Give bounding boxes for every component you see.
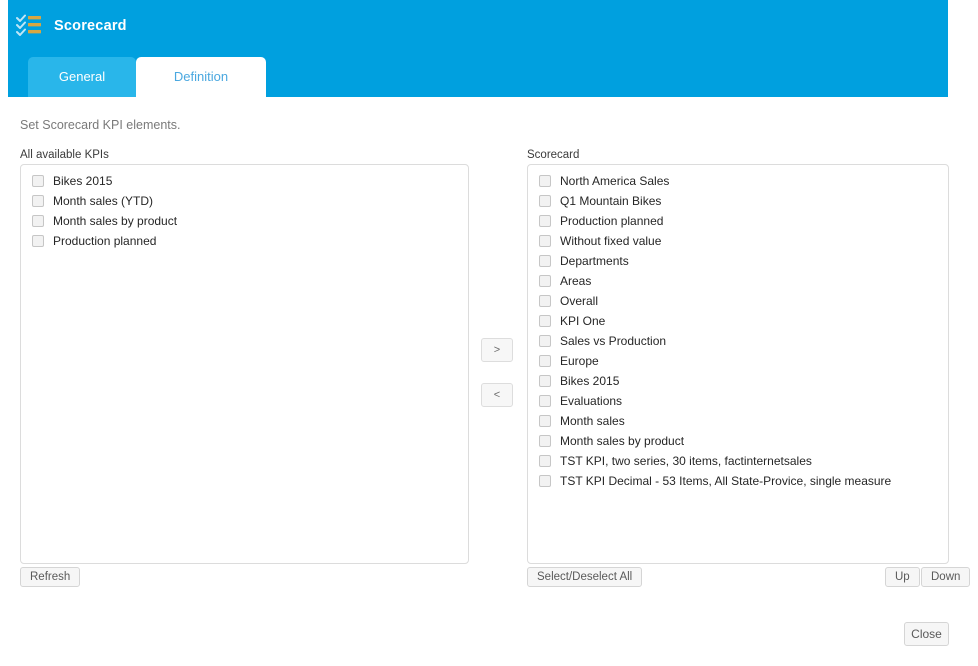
scorecard-kpi-checkbox[interactable] <box>539 315 551 327</box>
list-item-label: Departments <box>560 254 629 268</box>
list-item[interactable]: Month sales (YTD) <box>21 191 468 211</box>
list-item-label: North America Sales <box>560 174 670 188</box>
available-kpi-checkbox[interactable] <box>32 195 44 207</box>
scorecard-list-label: Scorecard <box>527 149 580 161</box>
scorecard-kpis-listbox[interactable]: North America Sales Q1 Mountain Bikes Prod… <box>527 164 949 564</box>
list-item-label: Bikes 2015 <box>53 174 113 188</box>
list-item[interactable]: Evaluations <box>528 391 948 411</box>
available-kpi-checkbox[interactable] <box>32 235 44 247</box>
list-item[interactable]: Areas <box>528 271 948 291</box>
scorecard-kpi-checkbox[interactable] <box>539 275 551 287</box>
list-item-label: Europe <box>560 354 599 368</box>
list-item[interactable]: Production planned <box>21 231 468 251</box>
available-list-label: All available KPIs <box>20 149 109 161</box>
tab-general[interactable]: General <box>28 57 136 97</box>
select-deselect-all-button[interactable]: Select/Deselect All <box>527 567 643 587</box>
close-button[interactable]: Close <box>904 622 949 646</box>
scorecard-kpi-checkbox[interactable] <box>539 175 551 187</box>
scorecard-dialog: Scorecard General Definition Set Scoreca… <box>0 0 978 666</box>
scorecard-kpi-checkbox[interactable] <box>539 295 551 307</box>
list-item-label: Q1 Mountain Bikes <box>560 194 662 208</box>
transfer-button-group: > < <box>481 338 513 428</box>
list-item-label: Overall <box>560 294 599 308</box>
list-item-label: Month sales by product <box>560 434 685 448</box>
move-left-button[interactable]: < <box>481 383 513 407</box>
tab-bar: General Definition <box>28 57 266 97</box>
list-item-label: TST KPI, two series, 30 items, factinter… <box>560 454 812 468</box>
list-item-label: Month sales (YTD) <box>53 194 154 208</box>
scorecard-kpi-checkbox[interactable] <box>539 235 551 247</box>
scorecard-kpi-checkbox[interactable] <box>539 395 551 407</box>
list-item[interactable]: Departments <box>528 251 948 271</box>
scorecard-kpi-checkbox[interactable] <box>539 195 551 207</box>
scorecard-kpi-checkbox[interactable] <box>539 415 551 427</box>
list-item-label: Month sales by product <box>53 214 178 228</box>
list-item-label: Without fixed value <box>560 234 662 248</box>
list-item[interactable]: Month sales <box>528 411 948 431</box>
tab-definition[interactable]: Definition <box>136 57 266 97</box>
scorecard-kpi-checkbox[interactable] <box>539 455 551 467</box>
dialog-header: Scorecard General Definition <box>8 0 948 97</box>
list-item[interactable]: Overall <box>528 291 948 311</box>
available-kpi-checkbox[interactable] <box>32 215 44 227</box>
list-item-label: Bikes 2015 <box>560 374 620 388</box>
list-item-label: KPI One <box>560 314 606 328</box>
list-item[interactable]: KPI One <box>528 311 948 331</box>
list-item-label: Evaluations <box>560 394 623 408</box>
refresh-button[interactable]: Refresh <box>20 567 81 587</box>
list-item-label: Production planned <box>560 214 664 228</box>
list-item-label: Areas <box>560 274 592 288</box>
list-item[interactable]: Europe <box>528 351 948 371</box>
page-title: Scorecard <box>54 18 127 34</box>
scorecard-kpi-checkbox[interactable] <box>539 355 551 367</box>
scorecard-kpi-checkbox[interactable] <box>539 335 551 347</box>
scorecard-kpi-checkbox[interactable] <box>539 475 551 487</box>
scorecard-kpi-checkbox[interactable] <box>539 215 551 227</box>
list-item[interactable]: Bikes 2015 <box>528 371 948 391</box>
available-kpi-checkbox[interactable] <box>32 175 44 187</box>
list-item[interactable]: Month sales by product <box>21 211 468 231</box>
list-item[interactable]: TST KPI, two series, 30 items, factinter… <box>528 451 948 471</box>
list-item[interactable]: Without fixed value <box>528 231 948 251</box>
list-item-label: Month sales <box>560 414 625 428</box>
move-down-button[interactable]: Down <box>921 567 971 587</box>
available-kpis-list: Bikes 2015 Month sales (YTD) Month sales b… <box>21 165 468 251</box>
scorecard-kpis-list: North America Sales Q1 Mountain Bikes Prod… <box>528 165 948 491</box>
list-item[interactable]: Month sales by product <box>528 431 948 451</box>
scorecard-checklist-icon <box>16 14 42 38</box>
scorecard-kpi-checkbox[interactable] <box>539 375 551 387</box>
header-title-row: Scorecard <box>16 12 127 40</box>
scorecard-kpi-checkbox[interactable] <box>539 435 551 447</box>
scorecard-kpi-checkbox[interactable] <box>539 255 551 267</box>
list-item-label: TST KPI Decimal - 53 Items, All State-Pr… <box>560 474 892 488</box>
list-item[interactable]: Production planned <box>528 211 948 231</box>
list-item[interactable]: TST KPI Decimal - 53 Items, All State-Pr… <box>528 471 948 491</box>
list-item[interactable]: Bikes 2015 <box>21 171 468 191</box>
move-right-button[interactable]: > <box>481 338 513 362</box>
available-kpis-listbox[interactable]: Bikes 2015 Month sales (YTD) Month sales b… <box>20 164 469 564</box>
list-item[interactable]: Sales vs Production <box>528 331 948 351</box>
move-up-button[interactable]: Up <box>885 567 920 587</box>
list-item[interactable]: Q1 Mountain Bikes <box>528 191 948 211</box>
instruction-text: Set Scorecard KPI elements. <box>20 118 181 132</box>
list-item-label: Sales vs Production <box>560 334 667 348</box>
list-item-label: Production planned <box>53 234 157 248</box>
list-item[interactable]: North America Sales <box>528 171 948 191</box>
